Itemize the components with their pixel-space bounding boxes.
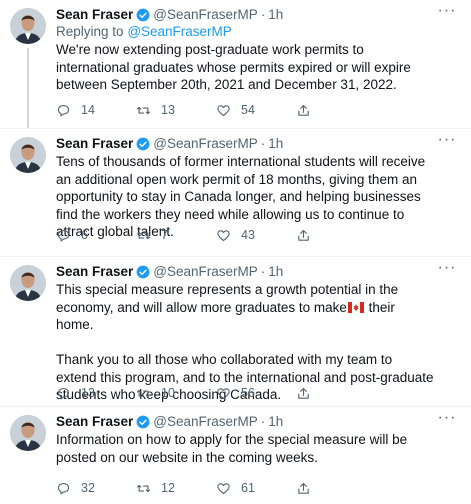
reply-button[interactable]: 32 [56,478,136,498]
like-count: 54 [241,103,255,117]
like-button[interactable]: 43 [216,225,296,245]
retweet-count: 10 [161,386,175,400]
tweet[interactable]: Sean Fraser @SeanFraserMP · 1h This spec… [0,257,471,406]
retweet-count: 13 [161,103,175,117]
verified-badge-icon [136,8,150,22]
more-options-icon[interactable]: ··· [437,410,457,429]
replying-mention-link[interactable]: @SeanFraserMP [127,24,232,39]
retweet-count: 12 [161,481,175,495]
more-options-icon[interactable]: ··· [437,3,457,22]
retweet-button[interactable]: 10 [136,383,216,403]
author-handle[interactable]: @SeanFraserMP [153,6,258,23]
reply-count: 13 [81,386,95,400]
reply-icon [57,229,70,241]
separator-dot: · [260,414,266,429]
heart-icon [217,229,230,241]
retweet-button[interactable]: 13 [136,100,216,120]
heart-icon [217,104,230,116]
retweet-button[interactable]: 12 [136,478,216,498]
reply-count: 6 [81,228,88,242]
author-name[interactable]: Sean Fraser [56,6,133,23]
thread-connector [27,48,29,128]
like-button[interactable]: 61 [216,478,296,498]
reply-icon [57,387,70,399]
tweet-timestamp[interactable]: 1h [268,6,283,23]
replying-prefix: Replying to [56,24,124,39]
tweet[interactable]: Sean Fraser @SeanFraserMP · 1h Replying … [0,0,471,128]
tweet-actions: 32 12 61 [56,478,356,498]
tweet[interactable]: Sean Fraser @SeanFraserMP · 1h Informati… [0,407,471,504]
verified-badge-icon [136,415,150,429]
share-button[interactable] [296,478,321,498]
verified-badge-icon [136,137,150,151]
more-options-icon[interactable]: ··· [437,260,457,279]
share-icon [298,387,309,399]
like-count: 43 [241,228,255,242]
canada-flag-icon [347,300,364,313]
tweet-timestamp[interactable]: 1h [268,135,283,152]
reply-count: 14 [81,103,95,117]
retweet-button[interactable]: 7 [136,225,216,245]
avatar[interactable] [10,415,46,451]
tweet-actions: 6 7 43 [56,225,356,245]
author-handle[interactable]: @SeanFraserMP [153,135,258,152]
tweet-actions: 14 13 54 [56,100,356,120]
tweet-actions: 13 10 56 [56,383,356,403]
share-button[interactable] [296,225,321,245]
tweet-timestamp[interactable]: 1h [268,263,283,280]
separator-dot: · [260,136,266,151]
avatar[interactable] [10,265,46,301]
retweet-icon [137,484,150,492]
reply-count: 32 [81,481,95,495]
author-name[interactable]: Sean Fraser [56,135,133,152]
tweet-text: We're now extending post-graduate work p… [56,42,415,92]
share-button[interactable] [296,383,321,403]
author-name[interactable]: Sean Fraser [56,413,133,430]
author-name[interactable]: Sean Fraser [56,263,133,280]
share-icon [298,104,309,116]
replying-to: Replying to @SeanFraserMP [56,23,435,40]
separator-dot: · [260,264,266,279]
heart-icon [217,482,230,494]
like-count: 61 [241,481,255,495]
avatar[interactable] [10,137,46,173]
reply-button[interactable]: 6 [56,225,136,245]
like-button[interactable]: 56 [216,383,296,403]
retweet-icon [137,389,150,397]
share-icon [298,482,309,494]
share-button[interactable] [296,100,321,120]
avatar[interactable] [10,8,46,44]
more-options-icon[interactable]: ··· [437,132,457,151]
tweet-text: Information on how to apply for the spec… [56,432,411,465]
share-icon [298,229,309,241]
like-button[interactable]: 54 [216,100,296,120]
reply-icon [57,104,70,116]
retweet-count: 7 [161,228,168,242]
tweet[interactable]: Sean Fraser @SeanFraserMP · 1h Tens of t… [0,129,471,256]
like-count: 56 [241,386,255,400]
retweet-icon [137,106,150,114]
tweet-thread: Sean Fraser @SeanFraserMP · 1h Replying … [0,0,471,504]
retweet-icon [137,231,150,239]
author-handle[interactable]: @SeanFraserMP [153,263,258,280]
reply-icon [57,482,70,494]
reply-button[interactable]: 13 [56,383,136,403]
reply-button[interactable]: 14 [56,100,136,120]
author-handle[interactable]: @SeanFraserMP [153,413,258,430]
tweet-timestamp[interactable]: 1h [268,413,283,430]
heart-icon [217,387,230,399]
verified-badge-icon [136,265,150,279]
separator-dot: · [260,7,266,22]
